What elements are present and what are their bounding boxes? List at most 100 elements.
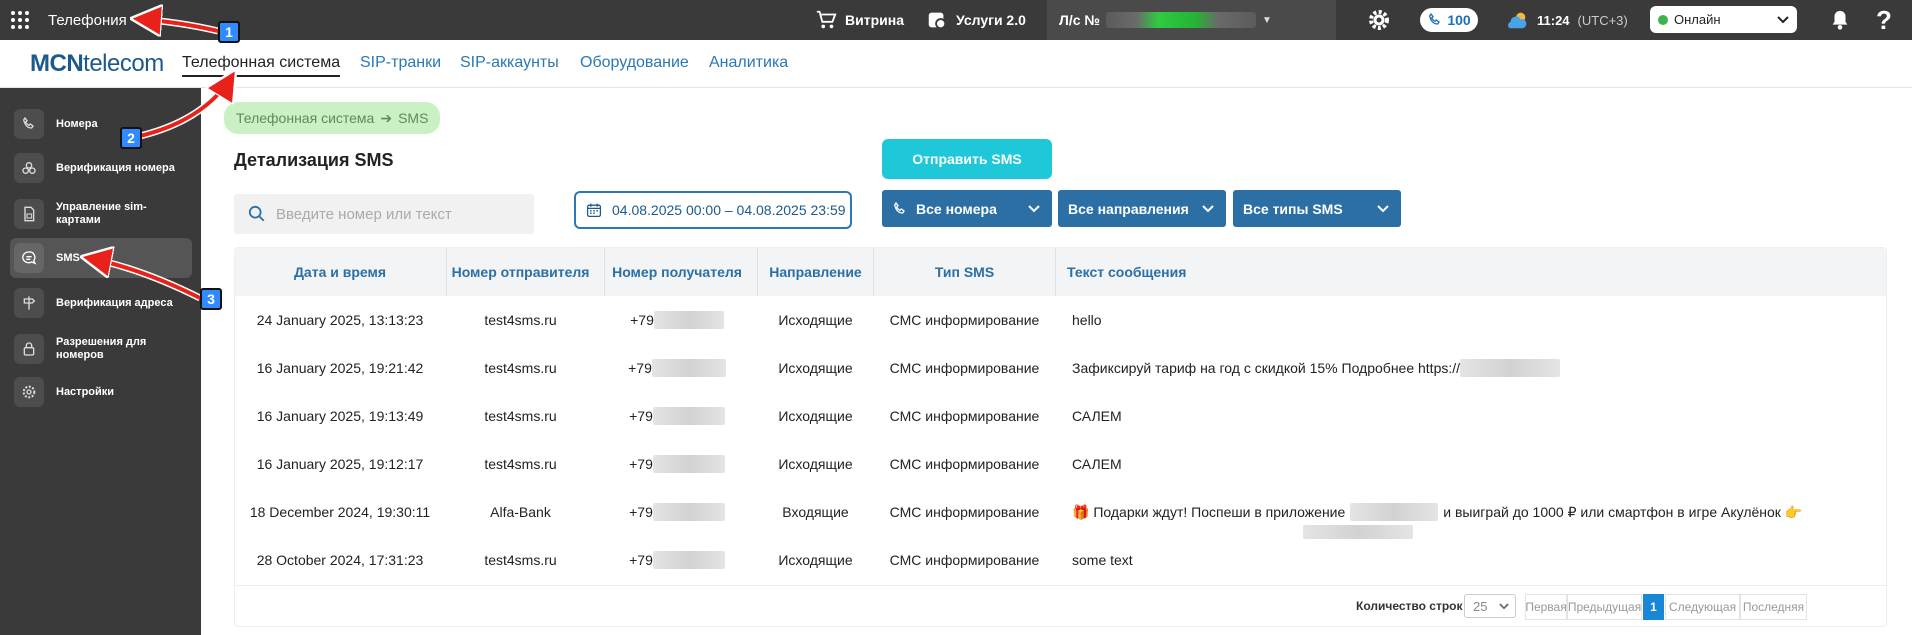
message-text-part2: и выиграй до 1000 ₽ или смартфон в игре … [1443,503,1803,520]
redacted-number [652,455,725,473]
chevron-down-icon [1377,204,1389,212]
sidebar-item-settings[interactable]: Настройки [10,375,192,409]
calls-counter[interactable]: 100 [1420,8,1478,32]
redacted-number [651,359,726,377]
cell-type: СМС информирование [889,552,1040,568]
column-header-type[interactable]: Тип SMS [874,248,1055,296]
recipient-prefix: +79 [629,552,653,568]
annotation-badge-3: 3 [200,288,222,310]
send-sms-button[interactable]: Отправить SMS [882,139,1052,179]
tab-phone-system[interactable]: Телефонная система [182,54,341,77]
logo[interactable]: MCNtelecom [30,50,164,78]
calendar-icon [586,203,602,218]
clock: 11:24 (UTC+3) [1505,0,1628,40]
cell-date: 24 January 2025, 13:13:23 [256,312,424,328]
sms-types-filter-label: Все типы SMS [1243,200,1343,217]
apps-grid-icon[interactable] [10,0,32,40]
date-range-value: 04.08.2025 00:00 – 04.08.2025 23:59 [612,202,846,218]
cell-text: Зафиксируй тариф на год с скидкой 15% По… [1072,344,1872,392]
showcase-link[interactable]: Витрина [815,0,904,40]
sidebar-item-number-verification[interactable]: Верификация номера [10,151,192,185]
weather-icon [1508,12,1527,29]
chevron-down-icon [1777,15,1789,23]
sidebar-item-label: Настройки [56,386,115,398]
table-row[interactable]: 28 October 2024, 17:31:23 test4sms.ru +7… [235,536,1886,584]
cell-date: 28 October 2024, 17:31:23 [256,552,424,568]
page-last-button[interactable]: Последняя [1740,594,1807,620]
recipient-prefix: +79 [629,408,653,424]
phone-icon [893,201,905,214]
rows-per-page-select[interactable]: 25 [1464,594,1516,618]
sidebar-item-sms[interactable]: SMS [10,238,192,278]
breadcrumb: Телефонная система ➔ SMS [224,102,441,134]
cell-sender: test4sms.ru [484,552,557,568]
chevron-down-icon [1202,204,1214,212]
column-header-date[interactable]: Дата и время [235,248,445,296]
tab-analytics[interactable]: Аналитика [709,54,788,72]
date-range-picker[interactable]: 04.08.2025 00:00 – 04.08.2025 23:59 [574,191,852,229]
sidebar-item-label: Управление sim-картами [56,201,147,226]
page-prev-button[interactable]: Предыдущая [1567,594,1642,620]
sidebar-item-label: Верификация номера [56,162,175,174]
chat-icon [14,243,44,273]
sms-types-filter[interactable]: Все типы SMS [1233,190,1401,227]
status-value: Онлайн [1674,12,1721,27]
sidebar-item-address-verification[interactable]: Верификация адреса [10,286,192,320]
column-header-text[interactable]: Текст сообщения [1067,248,1367,296]
page-next-button[interactable]: Следующая [1665,594,1740,620]
cell-recipient: +79 [605,488,749,536]
sidebar-item-numbers[interactable]: Номера [10,107,192,141]
account-number-redacted [1106,12,1256,28]
column-header-direction[interactable]: Направление [758,248,873,296]
tab-sip-trunks[interactable]: SIP-транки [360,54,441,72]
cell-recipient: +79 [605,536,749,584]
breadcrumb-parent[interactable]: Телефонная система [236,110,374,126]
cart-icon [816,10,837,29]
cell-recipient: +79 [605,392,749,440]
cell-text: 🎁 Подарки ждут! Поспеши в приложение и в… [1072,488,1872,536]
directions-filter-label: Все направления [1068,200,1189,217]
recipient-prefix: +79 [630,312,654,328]
top-bar: Телефония Витрина Услуги 2.0 Л/с № ▼ 100… [0,0,1912,40]
services-icon [928,12,947,30]
help-icon[interactable]: ? [1876,0,1892,40]
table-row[interactable]: 16 January 2025, 19:13:49 test4sms.ru +7… [235,392,1886,440]
cell-text: САЛЕМ [1072,456,1122,472]
table-row[interactable]: 24 January 2025, 13:13:23 test4sms.ru +7… [235,296,1886,344]
verify-icon [14,153,44,183]
sidebar-item-sim-cards[interactable]: Управление sim-картами [10,194,192,234]
table-row[interactable]: 18 December 2024, 19:30:11 Alfa-Bank +79… [235,488,1886,539]
cell-recipient: +79 [605,440,749,488]
nav-row: MCNtelecom Телефонная система SIP-транки… [0,40,1912,88]
services-link[interactable]: Услуги 2.0 [926,0,1026,40]
page-first-button[interactable]: Первая [1525,594,1567,620]
cell-type: СМС информирование [889,312,1040,328]
app-title[interactable]: Телефония [48,0,127,40]
cell-direction: Исходящие [778,456,853,472]
column-header-sender[interactable]: Номер отправителя [447,248,594,296]
settings-gear-icon[interactable] [1365,0,1393,40]
tab-sip-accounts[interactable]: SIP-аккаунты [460,54,559,72]
column-header-recipient[interactable]: Номер получателя [605,248,749,296]
table-row[interactable]: 16 January 2025, 19:21:42 test4sms.ru +7… [235,344,1886,392]
redacted-app-name [1350,503,1439,521]
cell-date: 16 January 2025, 19:13:49 [256,408,424,424]
search-box[interactable] [234,194,534,234]
account-selector[interactable]: Л/с № ▼ [1047,0,1336,40]
cell-text: some text [1072,552,1133,568]
cell-sender: test4sms.ru [484,456,557,472]
search-input[interactable] [276,205,516,223]
services-label: Услуги 2.0 [956,12,1026,28]
notifications-bell-icon[interactable] [1828,0,1852,40]
directions-filter[interactable]: Все направления [1058,190,1226,227]
signpost-icon [14,288,44,318]
status-select[interactable]: Онлайн [1650,6,1797,33]
tab-equipment[interactable]: Оборудование [580,54,689,72]
sidebar-item-number-permissions[interactable]: Разрешения для номеров [10,329,192,369]
online-dot-icon [1658,14,1668,25]
message-text-part1: 🎁 Подарки ждут! Поспеши в приложение [1072,503,1346,520]
numbers-filter[interactable]: Все номера [882,190,1052,227]
table-row[interactable]: 16 January 2025, 19:12:17 test4sms.ru +7… [235,440,1886,488]
redacted-number [653,311,724,329]
page-current-button[interactable]: 1 [1643,594,1664,620]
